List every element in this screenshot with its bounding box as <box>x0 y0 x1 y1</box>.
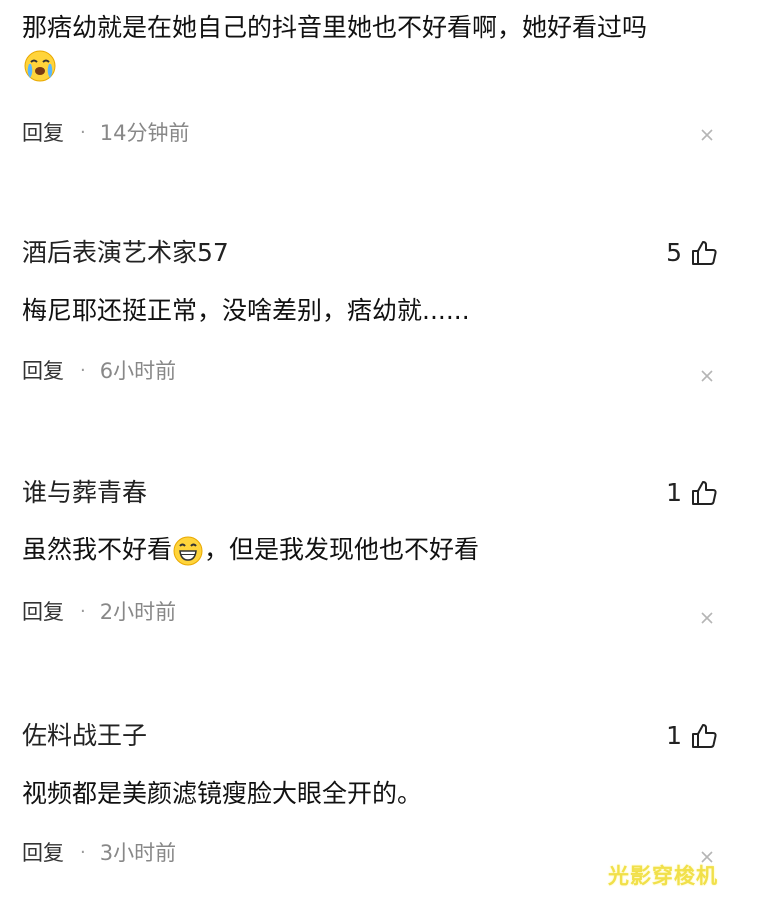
comment-time: 14分钟前 <box>99 121 190 145</box>
comment-time: 2小时前 <box>99 600 177 624</box>
comment-meta: 回复 · 2小时前 <box>22 598 176 626</box>
thumbs-up-icon <box>692 241 717 265</box>
comment-meta: 回复 · 14分钟前 <box>22 119 189 147</box>
like-button[interactable]: 5 <box>666 238 718 268</box>
meta-separator: · <box>80 601 86 622</box>
meta-separator: · <box>80 842 86 863</box>
comment-text: 视频都是美颜滤镜瘦脸大眼全开的。 <box>22 779 423 808</box>
like-count: 5 <box>666 238 682 267</box>
comment-text: 虽然我不好看 ，但是我发现他也不好看 <box>22 534 744 567</box>
comment-list: 那痞幼就是在她自己的抖音里她也不好看啊，她好看过吗 回复 · 14分钟前 酒后表… <box>0 0 764 908</box>
reply-button[interactable]: 回复 <box>22 119 64 147</box>
crying-face-emoji-icon <box>22 48 58 88</box>
comment-text: 那痞幼就是在她自己的抖音里她也不好看啊，她好看过吗 <box>22 13 648 42</box>
thumbs-up-icon <box>692 724 717 748</box>
close-icon[interactable] <box>700 611 714 625</box>
meta-separator: · <box>80 122 86 143</box>
meta-separator: · <box>80 360 86 381</box>
like-button[interactable]: 1 <box>666 721 718 751</box>
comment-username[interactable]: 酒后表演艺术家57 <box>22 238 229 268</box>
comment-time: 6小时前 <box>99 359 177 383</box>
reply-button[interactable]: 回复 <box>22 357 64 385</box>
like-count: 1 <box>666 478 682 507</box>
like-count: 1 <box>666 721 682 750</box>
grinning-face-emoji-icon <box>172 535 204 567</box>
comment-meta: 回复 · 3小时前 <box>22 839 176 867</box>
comment-meta: 回复 · 6小时前 <box>22 357 176 385</box>
like-button[interactable]: 1 <box>666 478 718 508</box>
thumbs-up-icon <box>692 481 717 505</box>
close-icon[interactable] <box>700 369 714 383</box>
comment-username[interactable]: 谁与葬青春 <box>22 478 147 508</box>
reply-button[interactable]: 回复 <box>22 839 64 867</box>
comment-text: 梅尼耶还挺正常，没啥差别，痞幼就...... <box>22 296 470 325</box>
watermark: 光影穿梭机 <box>608 864 718 888</box>
comment-time: 3小时前 <box>99 841 177 865</box>
comment-username[interactable]: 佐料战王子 <box>22 721 147 751</box>
reply-button[interactable]: 回复 <box>22 598 64 626</box>
close-icon[interactable] <box>700 128 714 142</box>
